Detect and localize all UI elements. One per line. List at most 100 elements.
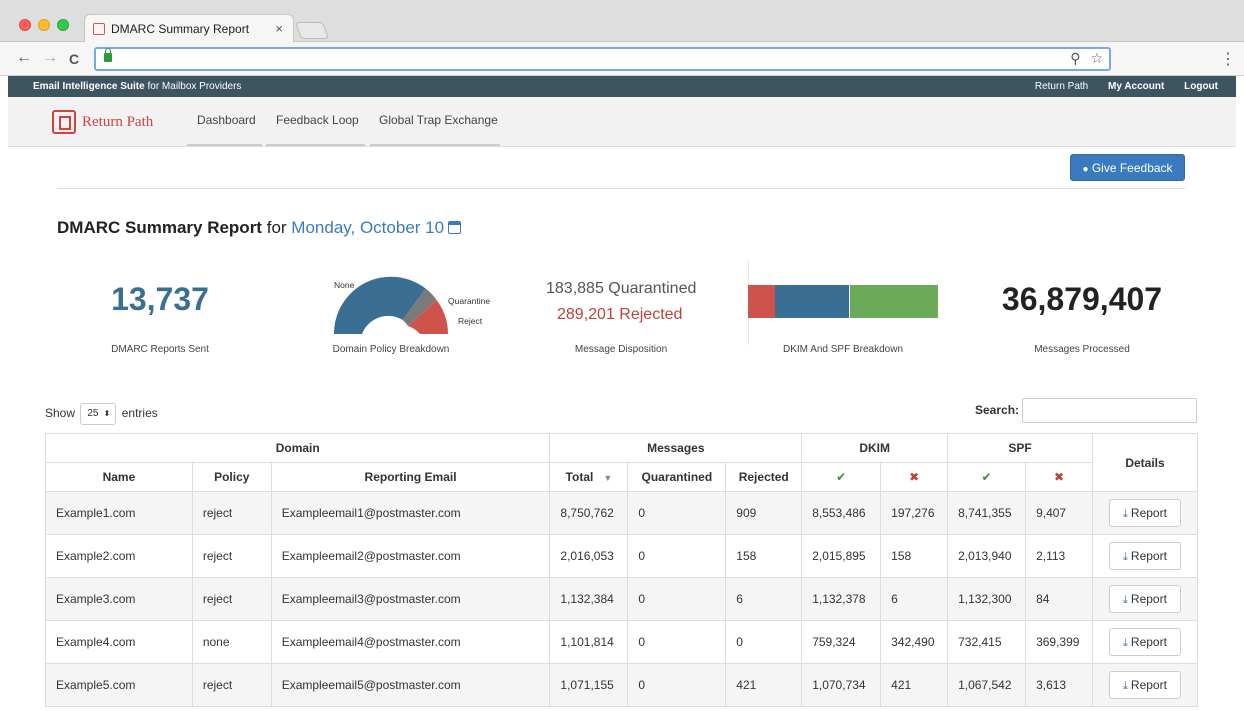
- cell-domain-name: Example2.com: [45, 534, 193, 578]
- download-icon: ⤓: [1123, 508, 1128, 520]
- cell-spf-pass: 1,132,300: [947, 577, 1027, 621]
- cell-policy: reject: [191, 663, 272, 707]
- forward-icon[interactable]: →: [42, 49, 58, 67]
- col-header-policy[interactable]: Policy: [191, 462, 272, 492]
- download-icon: ⤓: [1123, 551, 1128, 563]
- search-input[interactable]: [1022, 398, 1197, 423]
- cell-reporting-email: Exampleemail5@postmaster.com: [270, 663, 551, 707]
- col-header-total[interactable]: Total ▼: [549, 462, 629, 492]
- col-header-dkim-pass[interactable]: ✔: [801, 462, 882, 492]
- tab-close-icon[interactable]: ×: [275, 21, 283, 36]
- new-tab-button[interactable]: [294, 22, 330, 39]
- page-title: DMARC Summary Report for Monday, October…: [57, 218, 462, 238]
- browser-menu-icon[interactable]: ⋮: [1220, 49, 1236, 69]
- cell-details: ⤓ Report: [1092, 577, 1198, 621]
- close-window-button[interactable]: [19, 19, 31, 31]
- nav-item-dashboard[interactable]: Dashboard: [197, 113, 256, 127]
- browser-tab[interactable]: DMARC Summary Report ×: [84, 14, 294, 43]
- cell-domain-name: Example4.com: [45, 620, 193, 664]
- legend-none: None: [334, 280, 355, 290]
- cell-reporting-email: Exampleemail4@postmaster.com: [270, 620, 551, 664]
- show-label: Show: [45, 406, 76, 421]
- dmarc-summary-table: Domain Messages DKIM SPF Details Name Po…: [44, 433, 1198, 707]
- zoom-icon[interactable]: ⚲: [1070, 50, 1080, 66]
- maximize-window-button[interactable]: [57, 19, 69, 31]
- report-button[interactable]: ⤓ Report: [1109, 499, 1181, 527]
- back-icon[interactable]: ←: [16, 49, 32, 67]
- give-feedback-button[interactable]: ● Give Feedback: [1070, 154, 1185, 181]
- browser-tab-strip: DMARC Summary Report ×: [0, 0, 1244, 43]
- cross-icon: ✖: [1054, 470, 1065, 484]
- main-navigation: Return Path Dashboard Feedback Loop Glob…: [8, 97, 1236, 147]
- col-header-quarantined[interactable]: Quarantined: [627, 462, 727, 492]
- report-date[interactable]: Monday, October 10: [291, 218, 444, 237]
- cell-dkim-pass: 1,070,734: [801, 663, 882, 707]
- cell-spf-fail: 369,399: [1025, 620, 1094, 664]
- cell-dkim-pass: 2,015,895: [801, 534, 882, 578]
- cell-total: 1,132,384: [549, 577, 629, 621]
- nav-item-feedback-loop[interactable]: Feedback Loop: [276, 113, 359, 127]
- group-header-details: Details: [1092, 433, 1198, 492]
- minimize-window-button[interactable]: [38, 19, 50, 31]
- cell-dkim-pass: 759,324: [801, 620, 882, 664]
- col-header-reporting-email[interactable]: Reporting Email: [270, 462, 551, 492]
- reports-sent-label: DMARC Reports Sent: [111, 344, 209, 355]
- logout-link[interactable]: Logout: [1184, 81, 1218, 92]
- download-icon: ⤓: [1123, 680, 1128, 692]
- group-header-spf: SPF: [947, 433, 1094, 463]
- report-button[interactable]: ⤓ Report: [1109, 671, 1181, 699]
- calendar-icon[interactable]: [448, 221, 462, 234]
- entries-select[interactable]: 25 ⬍: [80, 403, 117, 425]
- cell-spf-pass: 732,415: [947, 620, 1027, 664]
- return-path-logo[interactable]: Return Path: [52, 110, 153, 134]
- reload-icon[interactable]: C: [69, 51, 79, 67]
- cross-icon: ✖: [909, 470, 920, 484]
- select-arrows-icon: ⬍: [103, 409, 111, 418]
- nav-underline: [370, 144, 500, 146]
- cell-rejected: 158: [725, 534, 803, 578]
- cell-details: ⤓ Report: [1092, 534, 1198, 578]
- return-path-favicon-icon: [93, 23, 105, 35]
- return-path-link[interactable]: Return Path: [1035, 81, 1088, 92]
- report-button[interactable]: ⤓ Report: [1109, 628, 1181, 656]
- report-button[interactable]: ⤓ Report: [1109, 585, 1181, 613]
- cell-policy: none: [191, 620, 272, 664]
- legend-quarantine: Quarantine: [448, 296, 491, 306]
- cell-details: ⤓ Report: [1092, 491, 1198, 535]
- bookmark-star-icon[interactable]: ☆: [1090, 50, 1103, 66]
- cell-dkim-fail: 342,490: [880, 620, 949, 664]
- give-feedback-label: Give Feedback: [1091, 161, 1173, 175]
- col-header-spf-pass[interactable]: ✔: [947, 462, 1027, 492]
- quarantined-stat: 183,885 Quarantined: [546, 280, 697, 297]
- logo-text: Return Path: [82, 113, 154, 130]
- col-header-rejected[interactable]: Rejected: [725, 462, 803, 492]
- col-header-dkim-fail[interactable]: ✖: [880, 462, 949, 492]
- col-header-name[interactable]: Name: [45, 462, 193, 492]
- col-header-spf-fail[interactable]: ✖: [1025, 462, 1094, 492]
- report-label: Report: [1130, 549, 1167, 563]
- report-button[interactable]: ⤓ Report: [1109, 542, 1181, 570]
- cell-details: ⤓ Report: [1092, 620, 1198, 664]
- cell-total: 2,016,053: [549, 534, 629, 578]
- download-icon: ⤓: [1123, 637, 1128, 649]
- table-row: Example4.com none Exampleemail4@postmaster…: [45, 620, 1198, 664]
- report-label: Report: [1130, 635, 1167, 649]
- reports-sent-value: 13,737: [111, 281, 209, 317]
- suite-name: Email Intelligence Suite for Mailbox Pro…: [33, 81, 242, 92]
- cell-spf-fail: 84: [1025, 577, 1094, 621]
- cell-reporting-email: Exampleemail1@postmaster.com: [270, 491, 551, 535]
- cell-domain-name: Example5.com: [45, 663, 193, 707]
- cell-quarantined: 0: [627, 663, 727, 707]
- browser-toolbar: ← → C ⚲ ☆ ⋮: [0, 42, 1244, 76]
- table-row: Example5.com reject Exampleemail5@postmast…: [45, 663, 1198, 707]
- address-bar[interactable]: ⚲ ☆: [94, 47, 1111, 71]
- download-icon: ⤓: [1123, 594, 1128, 606]
- cell-quarantined: 0: [627, 491, 727, 535]
- my-account-link[interactable]: My Account: [1108, 81, 1164, 92]
- show-entries-control: Show 25 ⬍ entries: [45, 403, 158, 425]
- divider: [57, 188, 1185, 189]
- cell-dkim-pass: 8,553,486: [801, 491, 882, 535]
- rejected-stat: 289,201 Rejected: [557, 306, 683, 323]
- nav-item-global-trap-exchange[interactable]: Global Trap Exchange: [379, 113, 498, 127]
- group-header-dkim: DKIM: [801, 433, 949, 463]
